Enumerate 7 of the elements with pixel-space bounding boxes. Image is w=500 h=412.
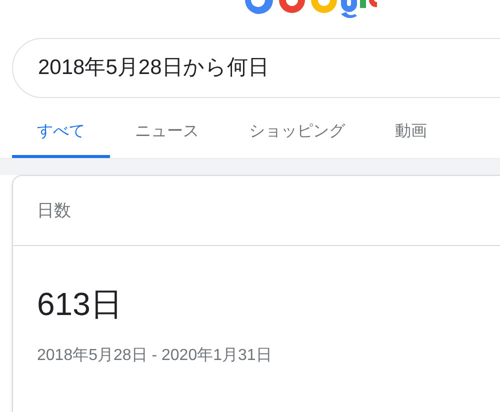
card-title: 日数 [37, 200, 71, 222]
tab[interactable]: 動画 [370, 112, 452, 158]
search-field[interactable]: 2018年5月28日から何日 [12, 38, 500, 98]
result-value: 613日 [37, 288, 122, 320]
tab[interactable]: ニュース [110, 112, 224, 158]
date-range: 2018年5月28日 - 2020年1月31日 [37, 346, 272, 366]
tab[interactable]: ショッピング [224, 112, 370, 158]
